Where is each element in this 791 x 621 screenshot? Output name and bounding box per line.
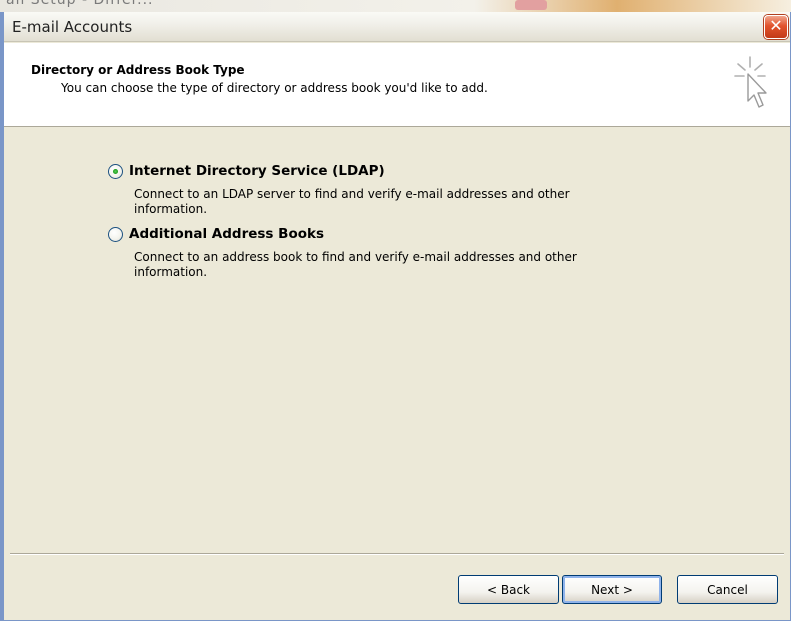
radio-address-books[interactable] <box>108 226 123 242</box>
radio-ldap[interactable] <box>108 163 123 179</box>
header-subtitle: You can choose the type of directory or … <box>61 81 488 95</box>
header-title: Directory or Address Book Type <box>31 63 245 77</box>
background-window-strip: ail Setup - Differ... <box>0 0 791 12</box>
option-ldap-description: Connect to an LDAP server to find and ve… <box>134 187 570 216</box>
email-accounts-dialog: E-mail Accounts ✕ Directory or Address B… <box>3 12 791 621</box>
back-button[interactable]: < Back <box>458 575 559 604</box>
title-bar[interactable]: E-mail Accounts ✕ <box>4 12 790 42</box>
close-icon: ✕ <box>769 16 783 35</box>
option-address-books-label[interactable]: Additional Address Books <box>129 226 324 242</box>
wizard-header: Directory or Address Book Type You can c… <box>4 43 790 127</box>
option-ldap[interactable]: Internet Directory Service (LDAP) <box>108 163 385 179</box>
option-address-books[interactable]: Additional Address Books <box>108 226 324 242</box>
footer-separator <box>10 553 784 555</box>
option-ldap-label[interactable]: Internet Directory Service (LDAP) <box>129 163 385 179</box>
options-area: Internet Directory Service (LDAP) Connec… <box>4 128 790 553</box>
close-button[interactable]: ✕ <box>764 15 788 39</box>
background-window-decoration <box>515 0 547 10</box>
next-button[interactable]: Next > <box>562 575 662 604</box>
background-window-text: ail Setup - Differ... <box>6 0 154 8</box>
cancel-button[interactable]: Cancel <box>677 575 778 604</box>
dialog-title: E-mail Accounts <box>12 18 133 36</box>
wizard-cursor-icon <box>734 56 767 108</box>
option-address-books-description: Connect to an address book to find and v… <box>134 250 577 279</box>
